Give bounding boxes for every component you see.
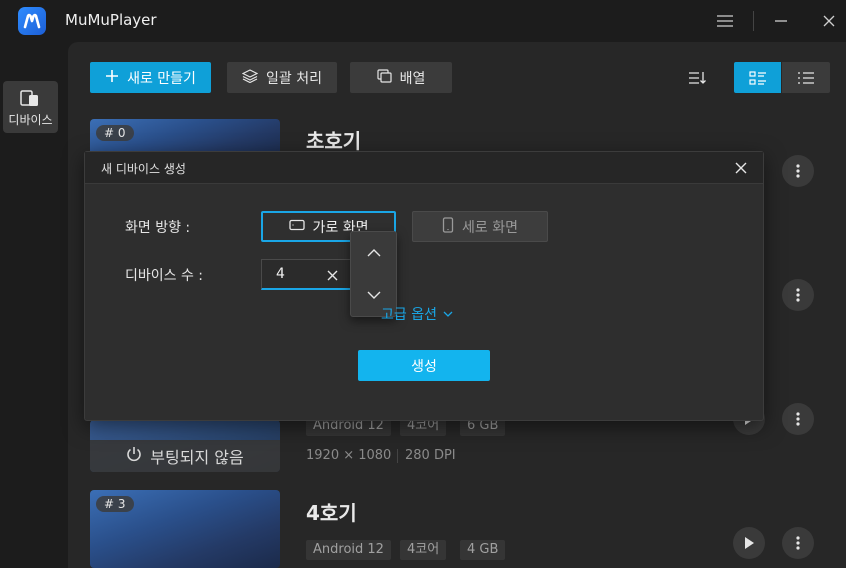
- create-button[interactable]: 생성: [358, 350, 490, 381]
- windows-icon: [377, 68, 392, 87]
- device-tag: 4코어: [400, 540, 447, 560]
- close-window-icon[interactable]: [816, 8, 842, 34]
- minimize-icon[interactable]: [768, 8, 794, 34]
- boot-status-label: 부팅되지 않음: [150, 448, 244, 467]
- arrange-button[interactable]: 배열: [350, 62, 452, 93]
- mumu-logo-icon: [18, 7, 46, 35]
- device-thumbnail[interactable]: 부팅되지 않음: [90, 420, 280, 472]
- more-vertical-icon: [796, 288, 800, 302]
- landscape-icon: [288, 219, 305, 235]
- orientation-label: 화면 방향 :: [125, 220, 191, 236]
- arrange-label: 배열: [399, 70, 426, 87]
- left-rail: 디바이스: [0, 42, 68, 568]
- more-options-button[interactable]: [782, 527, 814, 559]
- rail-item-devices[interactable]: 디바이스: [3, 81, 58, 133]
- new-device-button[interactable]: 새로 만들기: [90, 62, 211, 93]
- chevron-up-icon: [367, 249, 380, 257]
- sort-icon[interactable]: [682, 62, 712, 93]
- more-options-button[interactable]: [782, 155, 814, 187]
- spec-divider: [397, 449, 398, 463]
- titlebar-divider: [753, 11, 754, 31]
- layers-icon: [241, 68, 259, 87]
- list-view-icon: [798, 71, 814, 84]
- batch-label: 일괄 처리: [266, 70, 322, 87]
- dialog-title: 새 디바이스 생성: [101, 162, 186, 176]
- device-name: 초호기: [306, 129, 362, 153]
- more-options-button[interactable]: [782, 279, 814, 311]
- device-count-label: 디바이스 수 :: [125, 268, 204, 284]
- play-icon: [745, 537, 754, 549]
- portrait-label: 세로 화면: [462, 219, 518, 236]
- dialog-header: 새 디바이스 생성: [85, 152, 763, 184]
- chevron-down-icon: [367, 291, 380, 299]
- device-dpi: 280 DPI: [405, 448, 456, 463]
- device-index-badge: # 0: [96, 125, 134, 141]
- more-options-button[interactable]: [782, 403, 814, 435]
- title-bar: MuMuPlayer: [0, 0, 846, 42]
- mumu-app-window: MuMuPlayer 디바이스 새로 만들기 일괄 처리 배열 # 0 초호기 …: [0, 0, 846, 568]
- device-index-badge: # 3: [96, 496, 134, 512]
- close-dialog-icon[interactable]: [731, 158, 751, 178]
- play-button[interactable]: [733, 527, 765, 559]
- portrait-icon: [442, 216, 454, 237]
- device-thumbnail[interactable]: # 3: [90, 490, 280, 568]
- create-device-dialog: 새 디바이스 생성 화면 방향 : 가로 화면 세로 화면 디바이스 수 : 4: [84, 151, 764, 421]
- clear-input-icon[interactable]: [324, 267, 340, 283]
- device-name: 4호기: [306, 501, 357, 525]
- chevron-down-icon: [443, 311, 453, 317]
- portrait-option[interactable]: 세로 화면: [412, 211, 548, 242]
- boot-status-bar[interactable]: 부팅되지 않음: [90, 440, 280, 472]
- increment-button[interactable]: [351, 232, 396, 274]
- batch-button[interactable]: 일괄 처리: [227, 62, 337, 93]
- more-vertical-icon: [796, 164, 800, 178]
- detail-view-toggle[interactable]: [734, 62, 781, 93]
- device-tag: 4 GB: [460, 540, 506, 560]
- advanced-options-toggle[interactable]: 고급 옵션: [381, 304, 453, 324]
- rail-item-label: 디바이스: [8, 113, 53, 127]
- more-vertical-icon: [796, 536, 800, 550]
- devices-icon: [20, 89, 40, 111]
- device-count-value: 4: [276, 266, 285, 282]
- device-tag: Android 12: [306, 540, 391, 560]
- advanced-options-label: 고급 옵션: [381, 307, 437, 323]
- app-title: MuMuPlayer: [65, 11, 157, 29]
- menu-icon[interactable]: [712, 8, 738, 34]
- list-view-toggle[interactable]: [782, 62, 830, 93]
- more-vertical-icon: [796, 412, 800, 426]
- detail-view-icon: [748, 70, 766, 85]
- plus-icon: [105, 69, 119, 87]
- device-resolution: 1920 × 1080: [306, 448, 392, 463]
- power-icon: [126, 446, 142, 466]
- new-device-label: 새로 만들기: [127, 70, 196, 87]
- device-count-input[interactable]: 4: [261, 259, 353, 290]
